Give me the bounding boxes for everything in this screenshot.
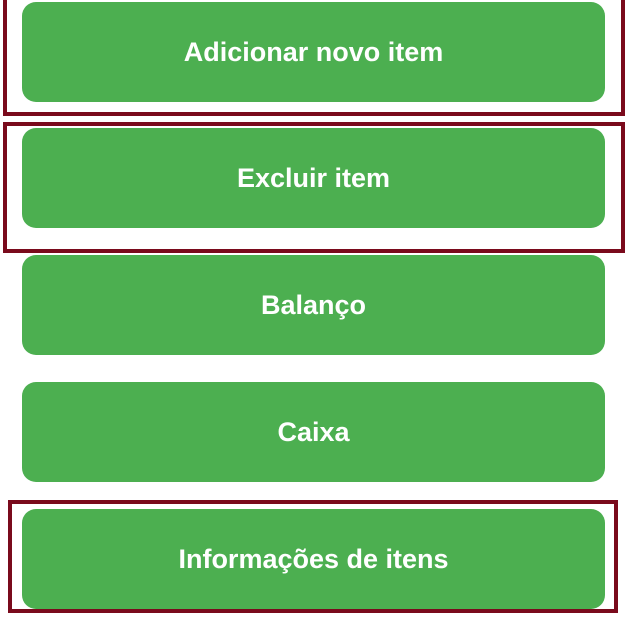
delete-item-button[interactable]: Excluir item [22, 128, 605, 228]
balance-button[interactable]: Balanço [22, 255, 605, 355]
cash-register-button[interactable]: Caixa [22, 382, 605, 482]
main-menu: Adicionar novo item Excluir item Balanço… [0, 0, 638, 620]
add-new-item-button[interactable]: Adicionar novo item [22, 2, 605, 102]
item-information-button[interactable]: Informações de itens [22, 509, 605, 609]
